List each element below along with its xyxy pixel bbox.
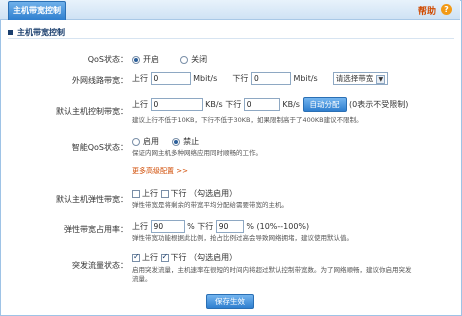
- burst-note-line2: 流量。: [132, 275, 152, 283]
- host-bandwidth-note: 建议上行不低于10KB，下行不低于30KB，如果限制高于了400KB建议不限制。: [132, 116, 363, 124]
- wan-down-unit: Mbit/s: [293, 74, 318, 83]
- ratio-up-label: 上行: [132, 222, 148, 231]
- qos-off-option[interactable]: 关闭: [180, 55, 207, 64]
- more-advanced-link[interactable]: 更多高级配置 >>: [132, 166, 188, 176]
- question-icon[interactable]: ?: [441, 4, 452, 15]
- smart-qos-disable-label: 禁止: [183, 137, 200, 146]
- elastic-up-checkbox[interactable]: [132, 189, 140, 198]
- elastic-hint: （勾选启用）: [189, 189, 238, 198]
- smart-qos-label: 智能QoS状态：: [71, 143, 128, 152]
- save-button[interactable]: 保存生效: [206, 294, 254, 309]
- burst-up-checkbox[interactable]: [132, 252, 140, 262]
- burst-up-label: 上行: [142, 253, 158, 262]
- smart-qos-disable-option[interactable]: 禁止: [172, 137, 199, 146]
- bullet-icon: [8, 30, 13, 35]
- elastic-bandwidth-note: 弹性带宽是将剩余的带宽平均分配给需要带宽的主机。: [132, 201, 288, 209]
- tab-host-bandwidth-control[interactable]: 主机带宽控制: [8, 1, 66, 20]
- host-bandwidth-hint: (0表示不受限制): [349, 100, 409, 109]
- smart-qos-enable-radio[interactable]: [132, 137, 140, 146]
- burst-down-checkbox[interactable]: [160, 252, 169, 262]
- burst-hint: （勾选启用）: [189, 253, 238, 262]
- section-title-text: 主机带宽控制: [17, 28, 65, 37]
- smart-qos-enable-label: 启用: [143, 137, 159, 146]
- qos-on-option[interactable]: 开启: [132, 55, 159, 64]
- qos-on-label: 开启: [143, 55, 159, 64]
- wan-up-label: 上行: [132, 74, 148, 83]
- burst-down-label: 下行: [170, 253, 187, 262]
- ratio-up-percent: %: [187, 222, 195, 231]
- burst-controls: 上行 下行 （勾选启用）: [132, 252, 237, 263]
- top-bar: 主机带宽控制 帮助 ?: [0, 0, 460, 20]
- host-bandwidth-controls: 上行 0 KB/s 下行 0 KB/s 自动分配 (0表示不受限制): [132, 97, 408, 112]
- section-title: 主机带宽控制: [8, 27, 65, 38]
- host-down-unit: KB/s: [282, 100, 300, 109]
- host-up-input[interactable]: 0: [150, 98, 203, 111]
- auto-allocate-button[interactable]: 自动分配: [302, 97, 347, 112]
- qos-options: 开启 关闭: [132, 54, 207, 65]
- qos-off-label: 关闭: [191, 55, 208, 64]
- divider: [8, 38, 454, 39]
- smart-qos-note: 保证内网主机多种网络应用同时顺畅的工作。: [132, 149, 262, 157]
- smart-qos-enable-option[interactable]: 启用: [132, 137, 159, 146]
- host-down-input[interactable]: 0: [243, 98, 280, 111]
- wan-bandwidth-label: 外网线路带宽：: [72, 76, 128, 85]
- wan-down-label: 下行: [232, 74, 249, 83]
- qos-off-radio[interactable]: [180, 55, 189, 64]
- elastic-up-label: 上行: [142, 189, 158, 198]
- ratio-range: % (10%--100%): [246, 222, 310, 231]
- bandwidth-select[interactable]: 请选择带宽 ▼: [332, 72, 389, 85]
- smart-qos-options: 启用 禁止: [132, 136, 199, 147]
- elastic-down-label: 下行: [170, 189, 187, 198]
- elastic-ratio-label: 弹性带宽占用率：: [64, 225, 128, 234]
- chevron-down-icon[interactable]: ▼: [376, 74, 386, 84]
- host-up-unit: KB/s: [205, 100, 223, 109]
- qos-label: QoS状态：: [87, 55, 128, 64]
- host-bandwidth-label: 默认主机控制带宽：: [56, 107, 128, 116]
- wan-up-input[interactable]: 0: [150, 72, 191, 85]
- wan-up-unit: Mbit/s: [193, 74, 218, 83]
- help-link[interactable]: 帮助: [418, 4, 436, 17]
- elastic-bandwidth-label: 默认主机弹性带宽：: [56, 195, 128, 204]
- elastic-down-checkbox[interactable]: [160, 189, 169, 198]
- host-down-label: 下行: [225, 100, 242, 109]
- elastic-ratio-note: 弹性带宽功能根据此比例，抢占比例过高会导致网络拥堵，建议使用默认值。: [132, 234, 353, 242]
- burst-note-line1: 启用突发流量，主机速率在很短的时间内将超过默认控制带宽数。为了网络顺畅，建议你启…: [132, 266, 412, 274]
- qos-on-radio[interactable]: [132, 55, 140, 64]
- bandwidth-select-value: 请选择带宽: [335, 74, 374, 83]
- smart-qos-disable-radio[interactable]: [172, 137, 181, 146]
- ratio-down-label: 下行: [197, 222, 214, 231]
- wan-down-input[interactable]: 0: [250, 72, 291, 85]
- burst-label: 突发流量状态：: [72, 261, 128, 270]
- host-up-label: 上行: [132, 100, 148, 109]
- elastic-bandwidth-controls: 上行 下行 （勾选启用）: [132, 188, 237, 199]
- wan-bandwidth-controls: 上行 0 Mbit/s 下行 0 Mbit/s 请选择带宽 ▼: [132, 72, 389, 85]
